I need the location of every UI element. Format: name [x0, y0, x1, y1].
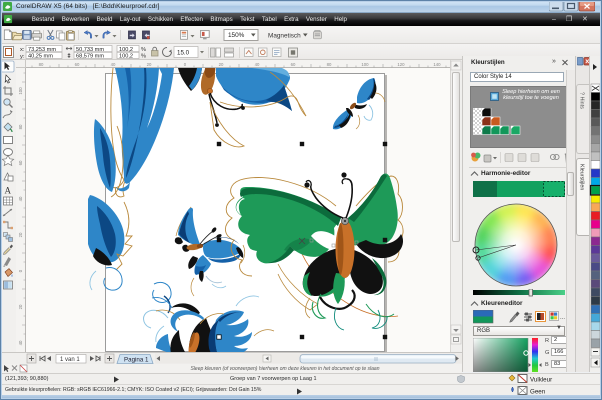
svg-text:Vulkleur: Vulkleur: [530, 377, 552, 384]
svg-text:x:: x:: [20, 47, 25, 53]
svg-text:60: 60: [18, 160, 23, 165]
svg-text:40: 40: [18, 196, 23, 201]
svg-text:140: 140: [433, 62, 441, 67]
svg-text:20: 20: [18, 304, 23, 309]
svg-text:60: 60: [75, 62, 80, 67]
svg-text:73,253 mm: 73,253 mm: [28, 47, 56, 53]
svg-text:40: 40: [255, 62, 260, 67]
svg-text:Magnetisch: Magnetisch: [268, 33, 301, 40]
svg-text:100,2: 100,2: [119, 47, 133, 53]
svg-text:40,25 mm: 40,25 mm: [28, 54, 53, 60]
svg-text:A: A: [5, 186, 12, 196]
svg-text:80: 80: [327, 62, 332, 67]
svg-text:0: 0: [184, 62, 187, 67]
svg-text:40: 40: [18, 340, 23, 345]
svg-text:68,579 mm: 68,579 mm: [76, 54, 104, 60]
svg-text:20: 20: [219, 62, 224, 67]
svg-text:50,733 mm: 50,733 mm: [76, 47, 104, 53]
svg-text:15.0: 15.0: [177, 50, 190, 57]
svg-text:%: %: [141, 47, 146, 53]
svg-text:60: 60: [291, 62, 296, 67]
svg-text:20: 20: [18, 232, 23, 237]
svg-text:...: ...: [560, 315, 565, 321]
svg-text:Pagina 1: Pagina 1: [124, 357, 149, 364]
svg-text:150%: 150%: [228, 32, 245, 39]
svg-text:120: 120: [397, 62, 405, 67]
svg-text:100,2: 100,2: [119, 54, 133, 60]
svg-text:80: 80: [18, 124, 23, 129]
svg-text:1 van 1: 1 van 1: [60, 357, 80, 363]
svg-text:%: %: [141, 54, 146, 60]
svg-text:20: 20: [147, 62, 152, 67]
svg-text:100: 100: [18, 87, 23, 95]
svg-text:40: 40: [111, 62, 116, 67]
svg-text:80: 80: [39, 62, 44, 67]
svg-text:100: 100: [361, 62, 369, 67]
svg-text:0: 0: [18, 269, 23, 272]
